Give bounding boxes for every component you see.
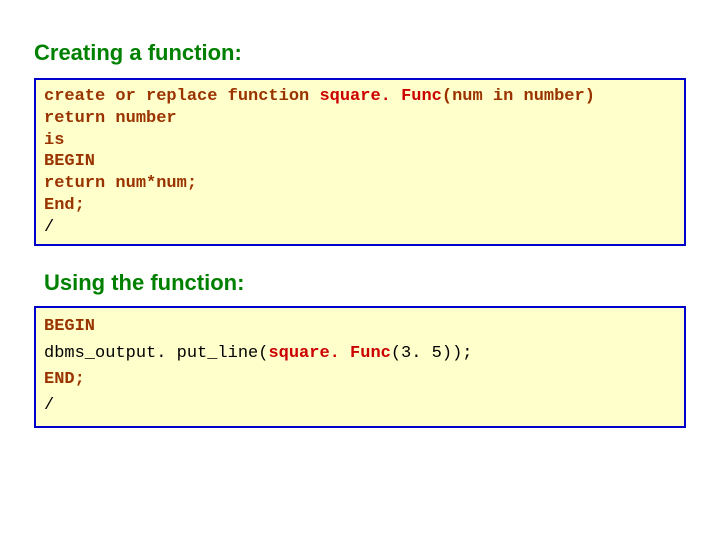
code-line: create or replace function square. Func(… [44,86,676,108]
code-block-create: create or replace function square. Func(… [34,78,686,246]
code-line: END; [44,367,676,393]
code-text: square. Func [319,87,441,106]
code-text: (num in number) [442,87,595,106]
code-line: BEGIN [44,314,676,340]
heading-create-function: Creating a function: [34,40,686,66]
code-text: / [44,396,54,415]
code-line: is [44,130,676,152]
code-text: END; [44,370,85,389]
slide-content: Creating a function: create or replace f… [0,0,720,448]
code-text: (3. 5)); [391,344,473,363]
code-line: End; [44,195,676,217]
code-text: return number [44,109,177,128]
code-line: dbms_output. put_line(square. Func(3. 5)… [44,341,676,367]
code-text: dbms_output. put_line( [44,344,268,363]
code-line: / [44,393,676,419]
code-text: return num*num; [44,174,197,193]
code-text: create or replace function [44,87,319,106]
heading-using-function: Using the function: [44,270,686,296]
code-text: BEGIN [44,152,95,171]
code-text: is [44,131,64,150]
code-line: return num*num; [44,173,676,195]
code-text: BEGIN [44,317,95,336]
code-text: End; [44,196,85,215]
code-text: square. Func [268,344,390,363]
code-line: / [44,217,676,239]
code-block-using: BEGIN dbms_output. put_line(square. Func… [34,306,686,427]
code-text: / [44,218,54,237]
code-line: BEGIN [44,151,676,173]
code-line: return number [44,108,676,130]
